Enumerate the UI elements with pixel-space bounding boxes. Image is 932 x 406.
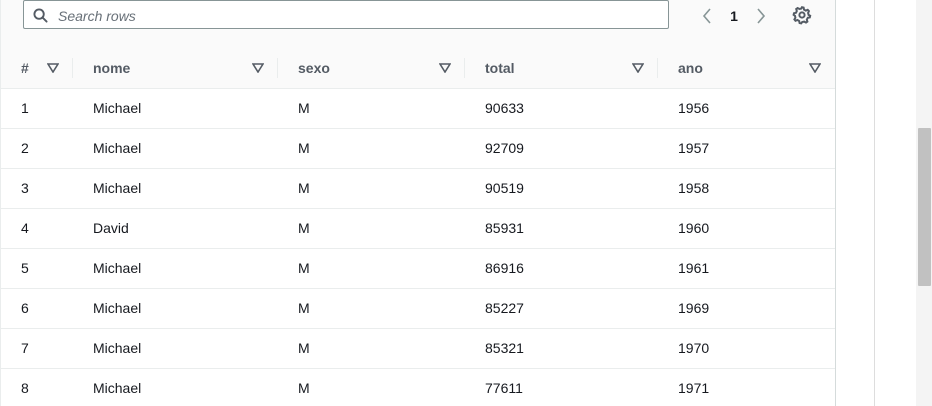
table-toolbar: 1 — [1, 0, 835, 49]
previous-page-button[interactable] — [697, 6, 717, 26]
search-box[interactable] — [23, 0, 669, 29]
cell-nome: David — [73, 208, 278, 249]
cell-ano: 1958 — [658, 168, 835, 209]
settings-button[interactable] — [792, 5, 812, 25]
cell-index: 8 — [1, 368, 73, 406]
sort-caret-icon[interactable] — [809, 63, 821, 73]
sort-caret-icon[interactable] — [632, 63, 644, 73]
cell-index: 1 — [1, 88, 73, 129]
current-page-number[interactable]: 1 — [717, 8, 751, 24]
cell-ano: 1957 — [658, 128, 835, 169]
cell-nome: Michael — [73, 328, 278, 369]
column-header-sexo[interactable]: sexo — [278, 48, 465, 89]
cell-sexo: M — [278, 168, 465, 209]
search-input[interactable] — [56, 3, 660, 28]
column-header-nome[interactable]: nome — [73, 48, 278, 89]
cell-ano: 1960 — [658, 208, 835, 249]
column-header-index[interactable]: # — [1, 48, 73, 89]
cell-nome: Michael — [73, 88, 278, 129]
cell-index: 5 — [1, 248, 73, 289]
sort-caret-icon[interactable] — [439, 63, 451, 73]
cell-nome: Michael — [73, 128, 278, 169]
vertical-scrollbar[interactable] — [916, 0, 932, 406]
cell-total: 85321 — [465, 328, 658, 369]
panel-edge-divider — [874, 0, 875, 406]
cell-index: 6 — [1, 288, 73, 329]
cell-nome: Michael — [73, 168, 278, 209]
scrollbar-thumb[interactable] — [918, 128, 931, 286]
next-page-button[interactable] — [751, 6, 771, 26]
cell-nome: Michael — [73, 368, 278, 406]
cell-index: 7 — [1, 328, 73, 369]
cell-sexo: M — [278, 128, 465, 169]
cell-ano: 1971 — [658, 368, 835, 406]
cell-sexo: M — [278, 328, 465, 369]
table-row[interactable]: 5 Michael M 86916 1961 — [1, 248, 835, 289]
table-row[interactable]: 2 Michael M 92709 1957 — [1, 128, 835, 169]
column-header-ano[interactable]: ano — [658, 48, 835, 89]
cell-sexo: M — [278, 288, 465, 329]
cell-ano: 1969 — [658, 288, 835, 329]
table-row[interactable]: 1 Michael M 90633 1956 — [1, 88, 835, 129]
cell-sexo: M — [278, 248, 465, 289]
cell-total: 86916 — [465, 248, 658, 289]
column-header-total[interactable]: total — [465, 48, 658, 89]
sort-caret-icon[interactable] — [252, 63, 264, 73]
cell-sexo: M — [278, 88, 465, 129]
table-row[interactable]: 8 Michael M 77611 1971 — [1, 368, 835, 406]
cell-ano: 1970 — [658, 328, 835, 369]
cell-total: 85227 — [465, 288, 658, 329]
table-row[interactable]: 3 Michael M 90519 1958 — [1, 168, 835, 209]
data-table: # nome sexo total ano 1 Michael M 90633 … — [1, 48, 835, 406]
chevron-left-icon — [702, 8, 711, 24]
gear-icon — [792, 6, 812, 25]
search-icon — [33, 8, 48, 23]
table-row[interactable]: 4 David M 85931 1960 — [1, 208, 835, 249]
cell-sexo: M — [278, 368, 465, 406]
table-row[interactable]: 7 Michael M 85321 1970 — [1, 328, 835, 369]
cell-nome: Michael — [73, 248, 278, 289]
cell-sexo: M — [278, 208, 465, 249]
table-header-row: # nome sexo total ano — [1, 48, 835, 89]
cell-index: 4 — [1, 208, 73, 249]
pagination: 1 — [697, 4, 771, 28]
cell-ano: 1956 — [658, 88, 835, 129]
cell-total: 77611 — [465, 368, 658, 406]
cell-total: 85931 — [465, 208, 658, 249]
table-panel: 1 # nome — [0, 0, 836, 406]
cell-ano: 1961 — [658, 248, 835, 289]
cell-total: 90633 — [465, 88, 658, 129]
cell-index: 3 — [1, 168, 73, 209]
cell-total: 92709 — [465, 128, 658, 169]
sort-caret-icon[interactable] — [47, 63, 59, 73]
cell-index: 2 — [1, 128, 73, 169]
table-row[interactable]: 6 Michael M 85227 1969 — [1, 288, 835, 329]
cell-nome: Michael — [73, 288, 278, 329]
chevron-right-icon — [757, 8, 766, 24]
cell-total: 90519 — [465, 168, 658, 209]
